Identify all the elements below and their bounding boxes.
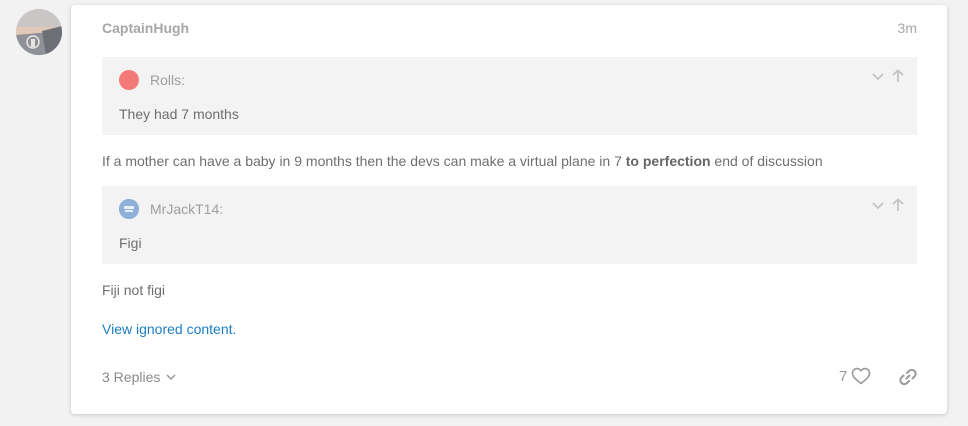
link-icon: [899, 368, 917, 386]
like-button[interactable]: 7: [839, 367, 871, 385]
quote-text: They had 7 months: [119, 106, 239, 122]
replies-label: 3 Replies: [102, 369, 161, 385]
paragraph-bold-text: to perfection: [625, 153, 711, 169]
quote-author: Rolls:: [150, 72, 186, 88]
post-card: CaptainHugh 3m Rolls: They had 7 months …: [71, 5, 947, 414]
avatar-image: [16, 9, 62, 55]
quote-header: Rolls:: [119, 70, 185, 90]
post-paragraph-2: Fiji not figi: [102, 282, 166, 298]
avatar-image: [119, 199, 139, 219]
quote-controls: [871, 69, 905, 83]
arrow-up-icon[interactable]: [891, 198, 905, 212]
arrow-up-icon[interactable]: [891, 69, 905, 83]
quote-avatar: [119, 70, 139, 90]
quote-controls: [871, 198, 905, 212]
quote-block-mrjack: MrJackT14: Figi: [102, 186, 917, 264]
post-username[interactable]: CaptainHugh: [102, 20, 189, 36]
chevron-down-icon: [166, 374, 176, 381]
chevron-down-icon[interactable]: [871, 198, 885, 212]
quote-text: Figi: [119, 235, 142, 251]
quote-header: MrJackT14:: [119, 199, 223, 219]
paragraph-text-end: end of discussion: [710, 153, 823, 169]
replies-toggle-button[interactable]: 3 Replies: [102, 369, 178, 385]
view-ignored-content-link[interactable]: View ignored content.: [102, 321, 236, 337]
chevron-down-icon[interactable]: [871, 69, 885, 83]
post-paragraph: If a mother can have a baby in 9 months …: [102, 153, 823, 169]
share-link-button[interactable]: [898, 367, 918, 392]
post-time[interactable]: 3m: [898, 20, 917, 36]
quote-author: MrJackT14:: [150, 201, 224, 217]
user-avatar[interactable]: [16, 9, 62, 55]
quote-block-rolls: Rolls: They had 7 months: [102, 57, 917, 135]
paragraph-text: If a mother can have a baby in 9 months …: [102, 153, 626, 169]
heart-icon: [852, 367, 871, 385]
like-count: 7: [839, 367, 848, 385]
quote-avatar: [119, 199, 139, 219]
